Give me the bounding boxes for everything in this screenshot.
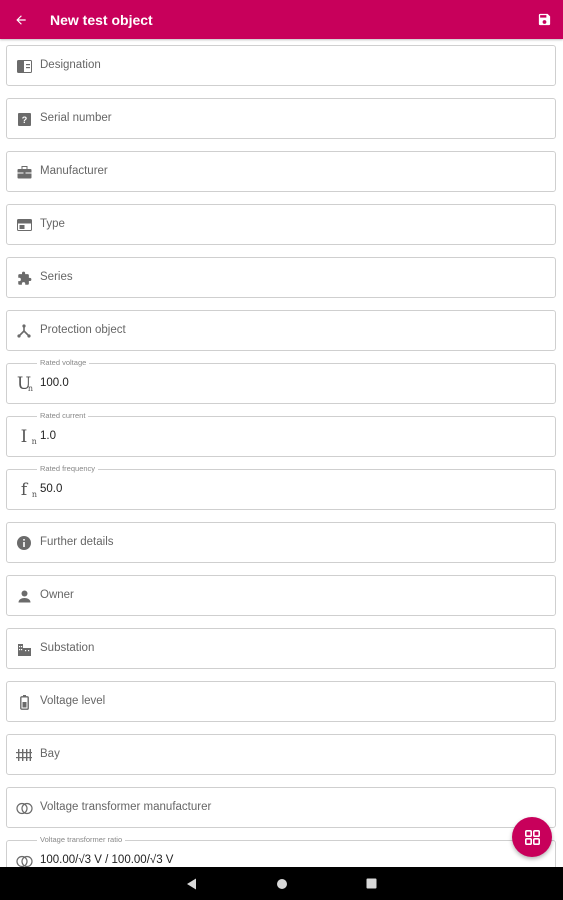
designation-label: Designation — [40, 59, 101, 71]
protection-object-field[interactable]: Protection object — [6, 310, 556, 351]
voltage-level-field[interactable]: Voltage level — [6, 681, 556, 722]
hub-icon — [15, 322, 33, 340]
vt-manufacturer-field[interactable]: Voltage transformer manufacturer — [6, 787, 556, 828]
nav-recents-icon[interactable] — [363, 875, 381, 893]
grid-icon — [524, 829, 540, 845]
vt-ratio-label: Voltage transformer ratio — [37, 835, 126, 844]
vt-ratio-value: 100.00/√3 V / 100.00/√3 V — [40, 854, 174, 866]
rated-frequency-field[interactable]: Rated frequency fn 50.0 — [6, 464, 556, 510]
serial-number-label: Serial number — [40, 112, 112, 124]
owner-field[interactable]: Owner — [6, 575, 556, 616]
briefcase-icon — [15, 163, 33, 181]
transformer-icon — [15, 799, 33, 817]
rated-current-value: 1.0 — [40, 430, 56, 442]
back-arrow-icon[interactable] — [10, 9, 32, 31]
bay-label: Bay — [40, 748, 60, 760]
manufacturer-label: Manufacturer — [40, 165, 108, 177]
serial-number-field[interactable]: ? Serial number — [6, 98, 556, 139]
bay-icon — [15, 746, 33, 764]
rated-voltage-field[interactable]: Rated voltage Un 100.0 — [6, 358, 556, 404]
further-details-label: Further details — [40, 536, 114, 548]
grid-menu-fab[interactable] — [512, 817, 552, 857]
voltage-level-label: Voltage level — [40, 695, 106, 707]
building-icon — [15, 640, 33, 658]
form-content: Designation ? Serial number Manufacturer… — [0, 39, 563, 867]
substation-label: Substation — [40, 642, 95, 654]
question-box-icon: ? — [15, 110, 33, 128]
rated-voltage-value: 100.0 — [40, 377, 69, 389]
owner-label: Owner — [40, 589, 74, 601]
designation-field[interactable]: Designation — [6, 45, 556, 86]
save-icon[interactable] — [534, 9, 554, 29]
transformer-icon — [15, 852, 33, 867]
app-bar: New test object — [0, 0, 563, 39]
type-field[interactable]: Type — [6, 204, 556, 245]
svg-text:?: ? — [21, 115, 27, 125]
nav-home-icon[interactable] — [273, 875, 291, 893]
vt-manufacturer-label: Voltage transformer manufacturer — [40, 801, 212, 813]
series-field[interactable]: Series — [6, 257, 556, 298]
manufacturer-field[interactable]: Manufacturer — [6, 151, 556, 192]
battery-icon — [15, 693, 33, 711]
voltage-symbol-icon: Un — [16, 374, 33, 394]
nav-back-icon[interactable] — [183, 875, 201, 893]
rated-current-field[interactable]: Rated current In 1.0 — [6, 411, 556, 457]
person-icon — [15, 587, 33, 605]
puzzle-icon — [15, 269, 33, 287]
protection-object-label: Protection object — [40, 324, 126, 336]
frequency-symbol-icon: fn — [20, 480, 37, 500]
rated-frequency-value: 50.0 — [40, 483, 63, 495]
info-icon — [15, 534, 33, 552]
rated-voltage-label: Rated voltage — [37, 358, 90, 367]
current-symbol-icon: In — [20, 427, 37, 447]
series-label: Series — [40, 271, 73, 283]
id-card-icon — [15, 57, 33, 75]
rated-frequency-label: Rated frequency — [37, 464, 99, 473]
bay-field[interactable]: Bay — [6, 734, 556, 775]
vt-ratio-field[interactable]: Voltage transformer ratio 100.00/√3 V / … — [6, 835, 556, 867]
further-details-field[interactable]: Further details — [6, 522, 556, 563]
type-label: Type — [40, 218, 65, 230]
card-icon — [15, 216, 33, 234]
rated-current-label: Rated current — [37, 411, 89, 420]
substation-field[interactable]: Substation — [6, 628, 556, 669]
page-title: New test object — [50, 11, 153, 28]
system-navigation-bar — [0, 867, 563, 900]
